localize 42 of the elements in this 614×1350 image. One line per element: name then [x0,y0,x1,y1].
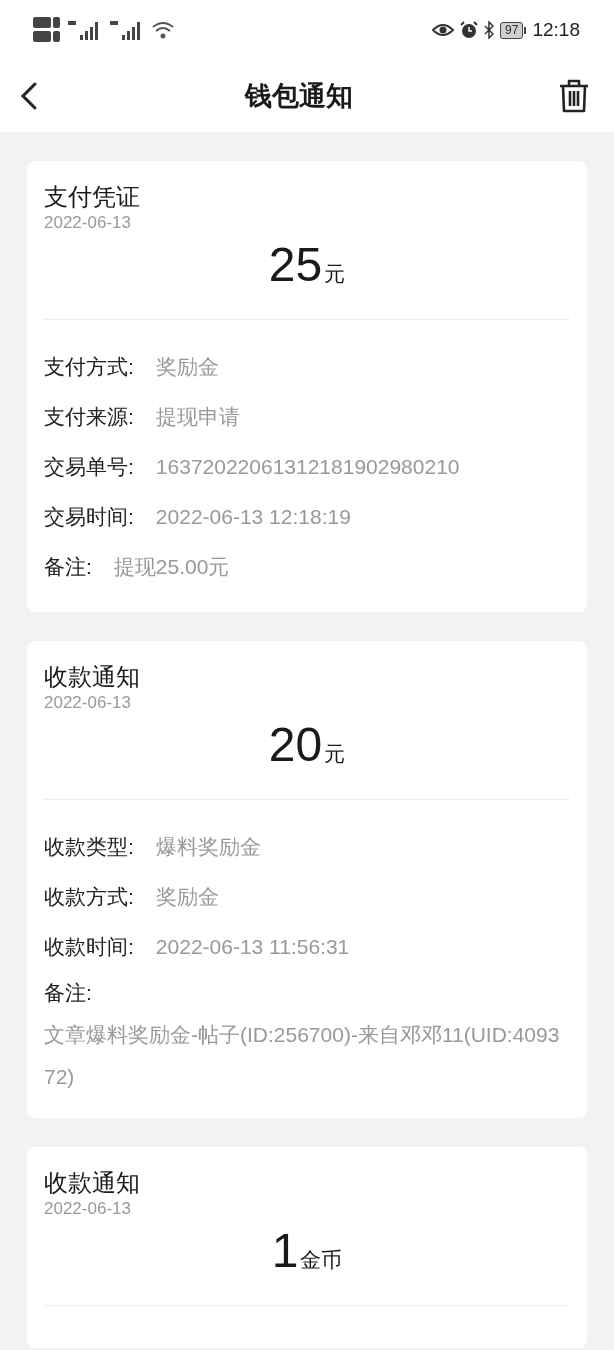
amount-unit: 元 [324,741,346,767]
amount-unit: 金币 [300,1247,343,1273]
field-label: 交易时间: [44,504,134,530]
notification-title: 收款通知 [44,662,141,692]
field-value: 2022-06-13 12:18:19 [155,504,351,530]
wifi-icon [152,21,174,39]
field-label: 收款方式: [44,884,134,910]
eye-icon [432,23,455,37]
field-value: 文章爆料奖励金-帖子(ID:256700)-来自邓邓11(UID:409372) [44,1022,560,1090]
page-title: 钱包通知 [245,80,353,113]
alarm-icon [460,21,479,39]
field-label: 收款类型: [44,834,134,860]
field-label: 备注: [44,554,92,580]
notification-date: 2022-06-13 [44,1199,132,1219]
field-value: 爆料奖励金 [155,834,261,860]
field-label: 交易单号: [44,454,134,480]
field-label: 支付方式: [44,354,134,380]
field-value: 16372022061312181902980210 [155,454,460,480]
notification-card[interactable]: 收款通知 2022-06-13 1金币 [27,1147,587,1348]
notification-date: 2022-06-13 [44,213,132,233]
field-value: 提现25.00元 [113,554,230,580]
trash-icon[interactable] [558,78,590,114]
bluetooth-icon [484,21,495,39]
field-label: 备注: [44,980,93,1006]
amount: 20 [268,717,323,772]
field-value: 2022-06-13 11:56:31 [155,934,350,960]
amount: 25 [268,237,323,292]
field-value: 提现申请 [155,404,240,430]
notification-card[interactable]: 收款通知 2022-06-13 20元 收款类型: 爆料奖励金 收款方式: 奖励金 收款时间: 2022-06-13 11:56:31 备注: 文章爆料奖励金-帖子(ID:256700)-来自邓邓11(UID:409372) [27,641,587,1118]
field-label: 收款时间: [44,934,134,960]
field-label: 支付来源: [44,404,134,430]
notification-date: 2022-06-13 [44,693,132,713]
battery-level: 97 [500,21,524,39]
amount: 1 [271,1223,299,1278]
notification-title: 支付凭证 [44,182,141,212]
notification-card[interactable]: 支付凭证 2022-06-13 25 元 支付方式: 奖励金 支付来源: 提现申请 交易单号: 16372022061312181902980210 交易时间: 2022-06-13 12:18:19 备注: 提现25.00元 [27,161,587,612]
field-value: 奖励金 [155,354,219,380]
field-value: 奖励金 [155,884,219,910]
clock-time: 12:18 [532,19,580,41]
sim-cards-icon [32,16,62,44]
notification-title: 收款通知 [44,1168,141,1198]
amount-unit: 元 [324,261,346,287]
